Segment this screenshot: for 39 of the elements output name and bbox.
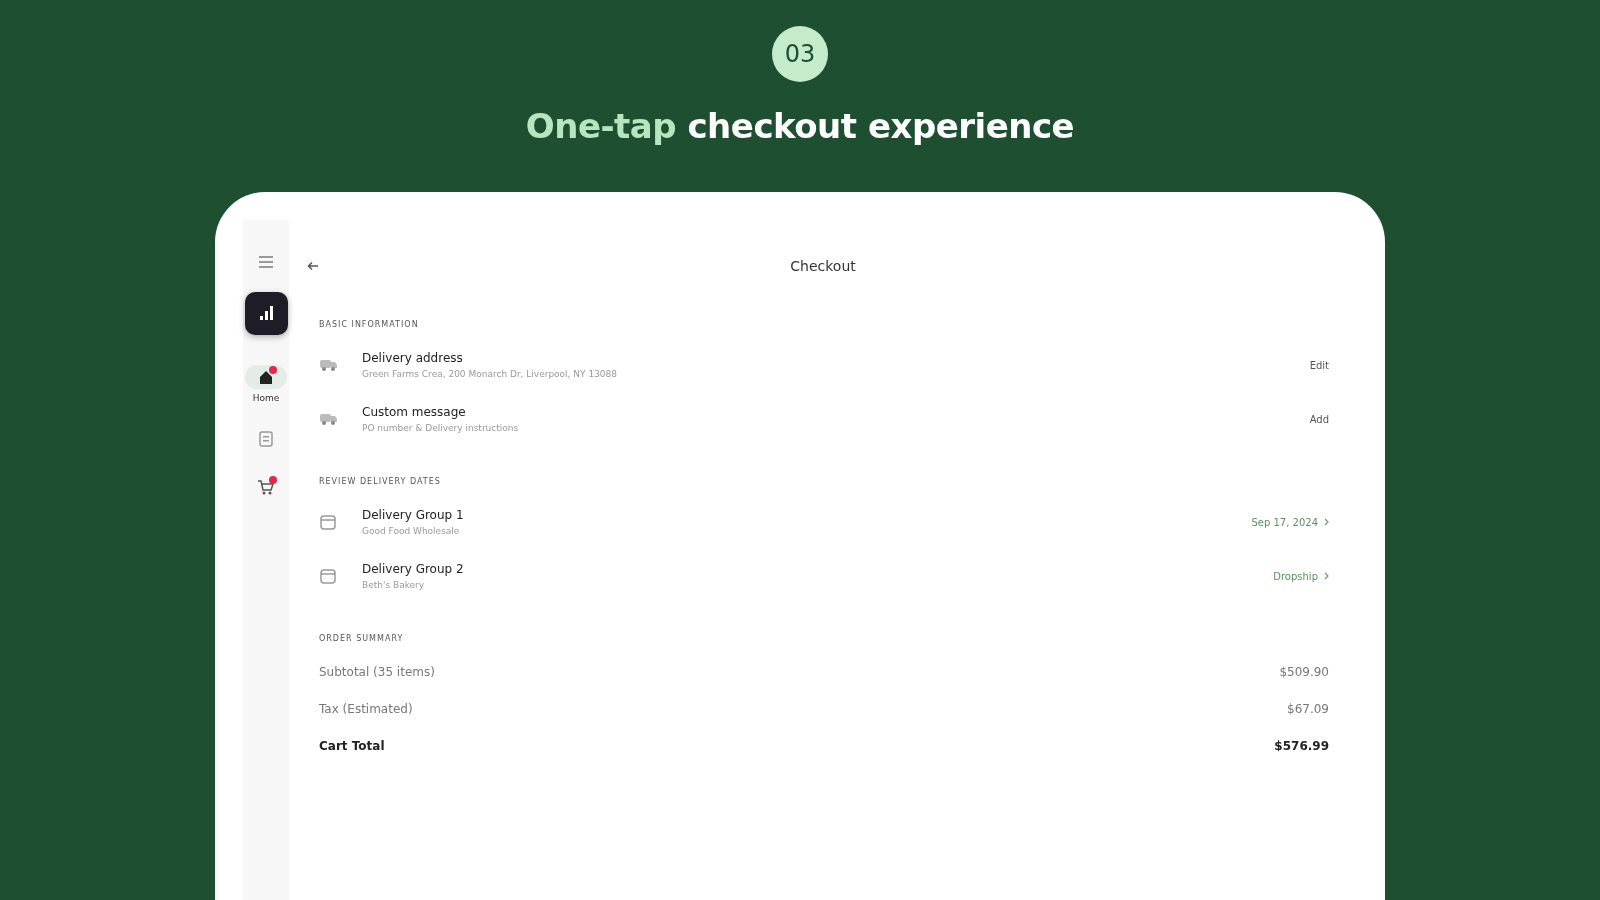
summary-label: Tax (Estimated) — [319, 702, 413, 716]
section-heading: ORDER SUMMARY — [319, 634, 405, 643]
row-subtitle: Beth's Bakery — [362, 580, 426, 590]
clipboard-icon — [257, 430, 275, 448]
chevron-icon — [1324, 518, 1329, 526]
section-heading: BASIC INFORMATION — [319, 320, 420, 329]
chevron-icon — [1324, 572, 1329, 580]
date-link[interactable]: Sep 17, 2024 — [1251, 516, 1329, 528]
summary-label: Subtotal (35 items) — [319, 665, 435, 679]
section-heading: REVIEW DELIVERY DATES — [319, 477, 442, 486]
home-icon — [257, 368, 275, 386]
edit-link[interactable]: Edit — [1309, 359, 1329, 371]
row-title: Delivery address — [362, 351, 464, 365]
summary-value: $67.09 — [1287, 702, 1329, 716]
summary-value: $509.90 — [1279, 665, 1329, 679]
headline: One-tap checkout experience — [525, 106, 1075, 146]
row-title: Custom message — [362, 405, 467, 419]
screen-title: Checkout — [789, 258, 857, 274]
row-title: Delivery Group 1 — [362, 508, 465, 522]
app-logo-icon[interactable] — [244, 292, 288, 335]
row-subtitle: PO number & Delivery instructions — [362, 423, 520, 433]
box-icon — [319, 513, 338, 531]
list-row[interactable]: Delivery Group 1 Good Food Wholesale Sep 17, 2024 — [319, 508, 1329, 536]
row-subtitle: Good Food Wholesale — [362, 526, 461, 536]
row-subtitle: Green Farms Crea, 200 Monarch Dr, Liverpool, NY 13088 — [362, 369, 619, 379]
summary-value: $576.99 — [1274, 739, 1329, 753]
cart-icon — [257, 478, 275, 496]
date-link[interactable]: Dropship — [1273, 570, 1329, 582]
edit-link[interactable]: Add — [1309, 413, 1329, 425]
menu-icon[interactable] — [259, 256, 273, 268]
back-arrow-icon[interactable] — [307, 261, 319, 271]
nav-label: Home — [252, 393, 280, 403]
row-title: Delivery Group 2 — [362, 562, 465, 576]
box-icon — [319, 567, 338, 585]
list-row[interactable]: Delivery Group 2 Beth's Bakery Dropship — [319, 562, 1329, 590]
summary-label: Cart Total — [319, 739, 385, 753]
list-row[interactable]: Custom message PO number & Delivery instructions Add — [319, 405, 1329, 433]
list-row[interactable]: Delivery address Green Farms Crea, 200 Monarch Dr, Liverpool, NY 13088 Edit — [319, 351, 1329, 379]
step-badge: 03 — [772, 26, 828, 82]
